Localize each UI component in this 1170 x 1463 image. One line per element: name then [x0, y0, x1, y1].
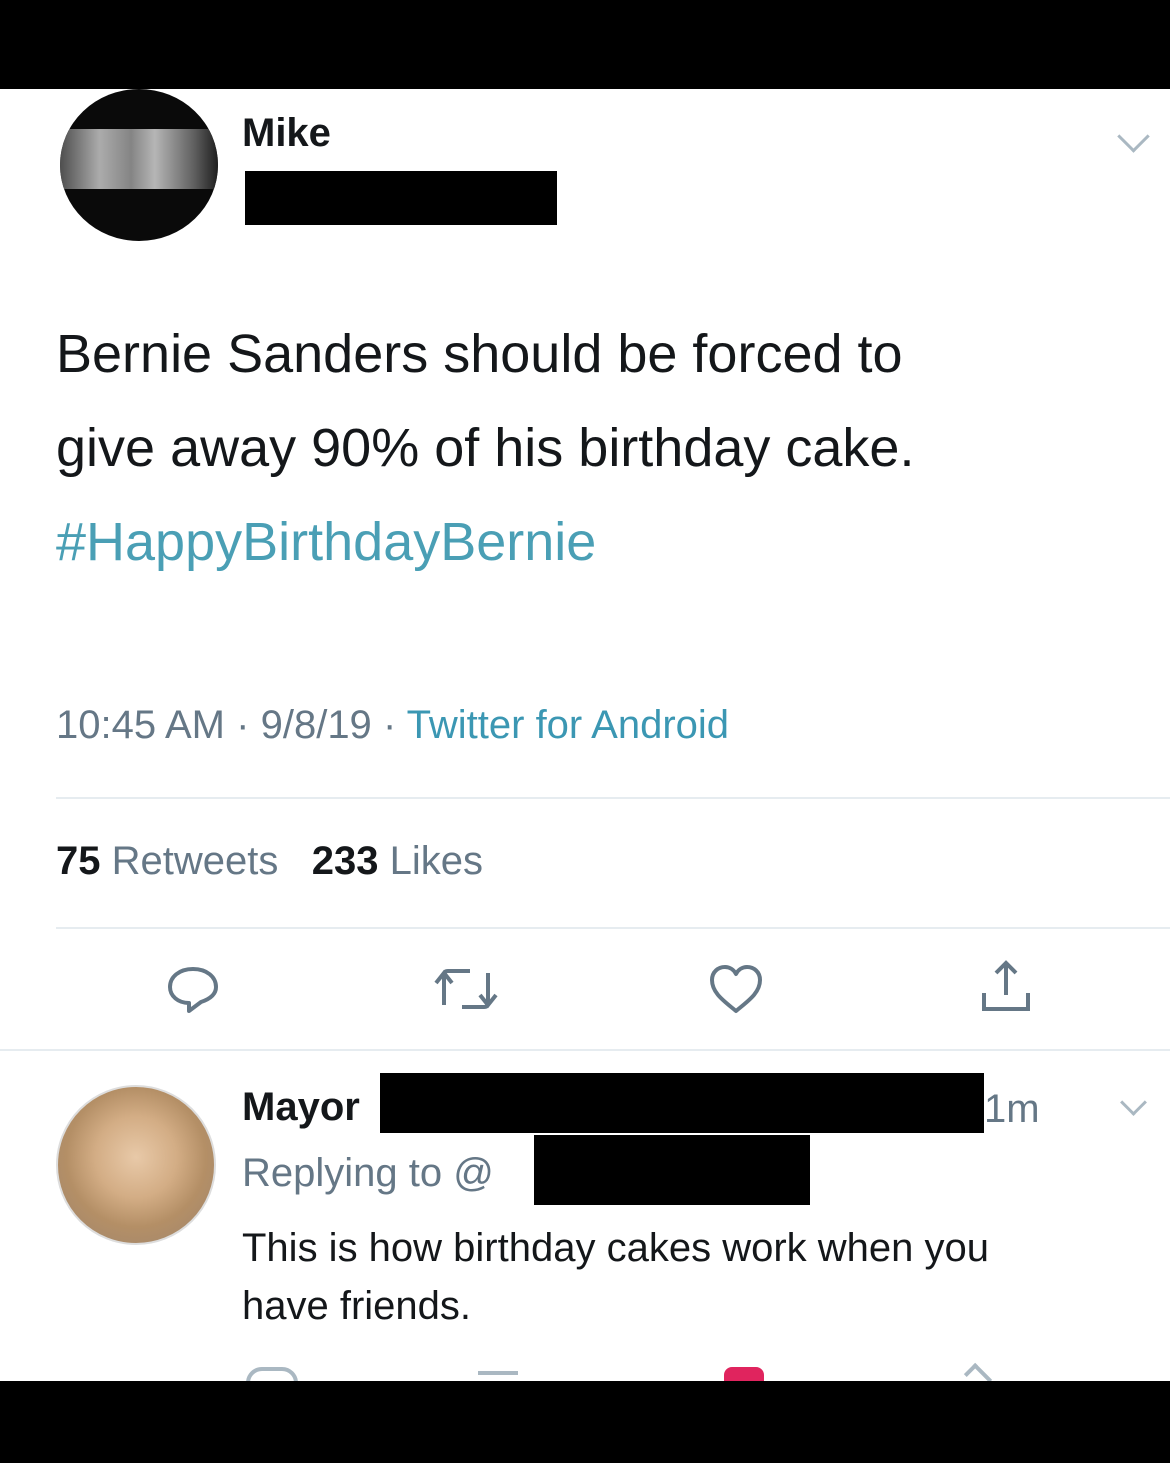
tweet-date: 9/8/19	[260, 703, 372, 747]
retweet-icon[interactable]	[430, 961, 502, 1017]
reply-icon[interactable]	[246, 1367, 298, 1381]
like-label: Likes	[389, 839, 483, 883]
likes-stat[interactable]: 233 Likes	[312, 839, 483, 883]
retweet-label: Retweets	[111, 839, 279, 883]
tweet-stats: 75 Retweets 233 Likes	[56, 839, 483, 884]
reply-text: This is how birthday cakes work when you…	[242, 1219, 989, 1335]
redacted-mention	[534, 1135, 810, 1205]
retweet-count: 75	[56, 839, 101, 883]
like-icon[interactable]	[706, 961, 766, 1017]
chevron-down-icon[interactable]	[1117, 120, 1150, 153]
retweet-icon[interactable]	[478, 1371, 518, 1381]
reply-author-avatar[interactable]	[56, 1085, 216, 1245]
like-icon[interactable]	[724, 1367, 764, 1381]
retweets-stat[interactable]: 75 Retweets	[56, 839, 278, 883]
tweet-card: Mike Bernie Sanders should be forced to …	[0, 89, 1170, 1381]
share-icon[interactable]	[963, 1362, 993, 1381]
hashtag-link[interactable]: #HappyBirthdayBernie	[56, 495, 914, 589]
like-count: 233	[311, 839, 379, 883]
share-icon[interactable]	[974, 957, 1038, 1017]
author-name[interactable]: Mike	[242, 111, 331, 156]
meta-separator: ·	[382, 703, 397, 747]
tweet-text: Bernie Sanders should be forced to give …	[56, 307, 914, 589]
tweet-meta: 10:45 AM · 9/8/19 · Twitter for Android	[56, 703, 729, 748]
tweet-time: 10:45 AM	[56, 703, 226, 747]
reply-icon[interactable]	[163, 959, 223, 1019]
tweet-text-line: give away 90% of his birthday cake.	[56, 418, 915, 478]
tweet-source-link[interactable]: Twitter for Android	[407, 703, 729, 747]
chevron-down-icon[interactable]	[1120, 1089, 1147, 1116]
tweet-text-line: Bernie Sanders should be forced to	[56, 324, 903, 384]
reply-time: 1m	[984, 1087, 1040, 1131]
redacted-handle	[245, 171, 557, 225]
meta-separator: ·	[236, 703, 250, 747]
divider	[56, 927, 1170, 929]
author-avatar[interactable]	[60, 89, 218, 241]
replying-to: Replying to @	[242, 1151, 494, 1195]
reply-text-line: have friends.	[242, 1284, 472, 1328]
divider	[56, 797, 1170, 799]
redacted-handle	[380, 1073, 984, 1133]
reply-author-name[interactable]: Mayor	[242, 1085, 360, 1130]
reply-text-line: This is how birthday cakes work when you	[242, 1226, 989, 1270]
divider	[0, 1049, 1170, 1051]
